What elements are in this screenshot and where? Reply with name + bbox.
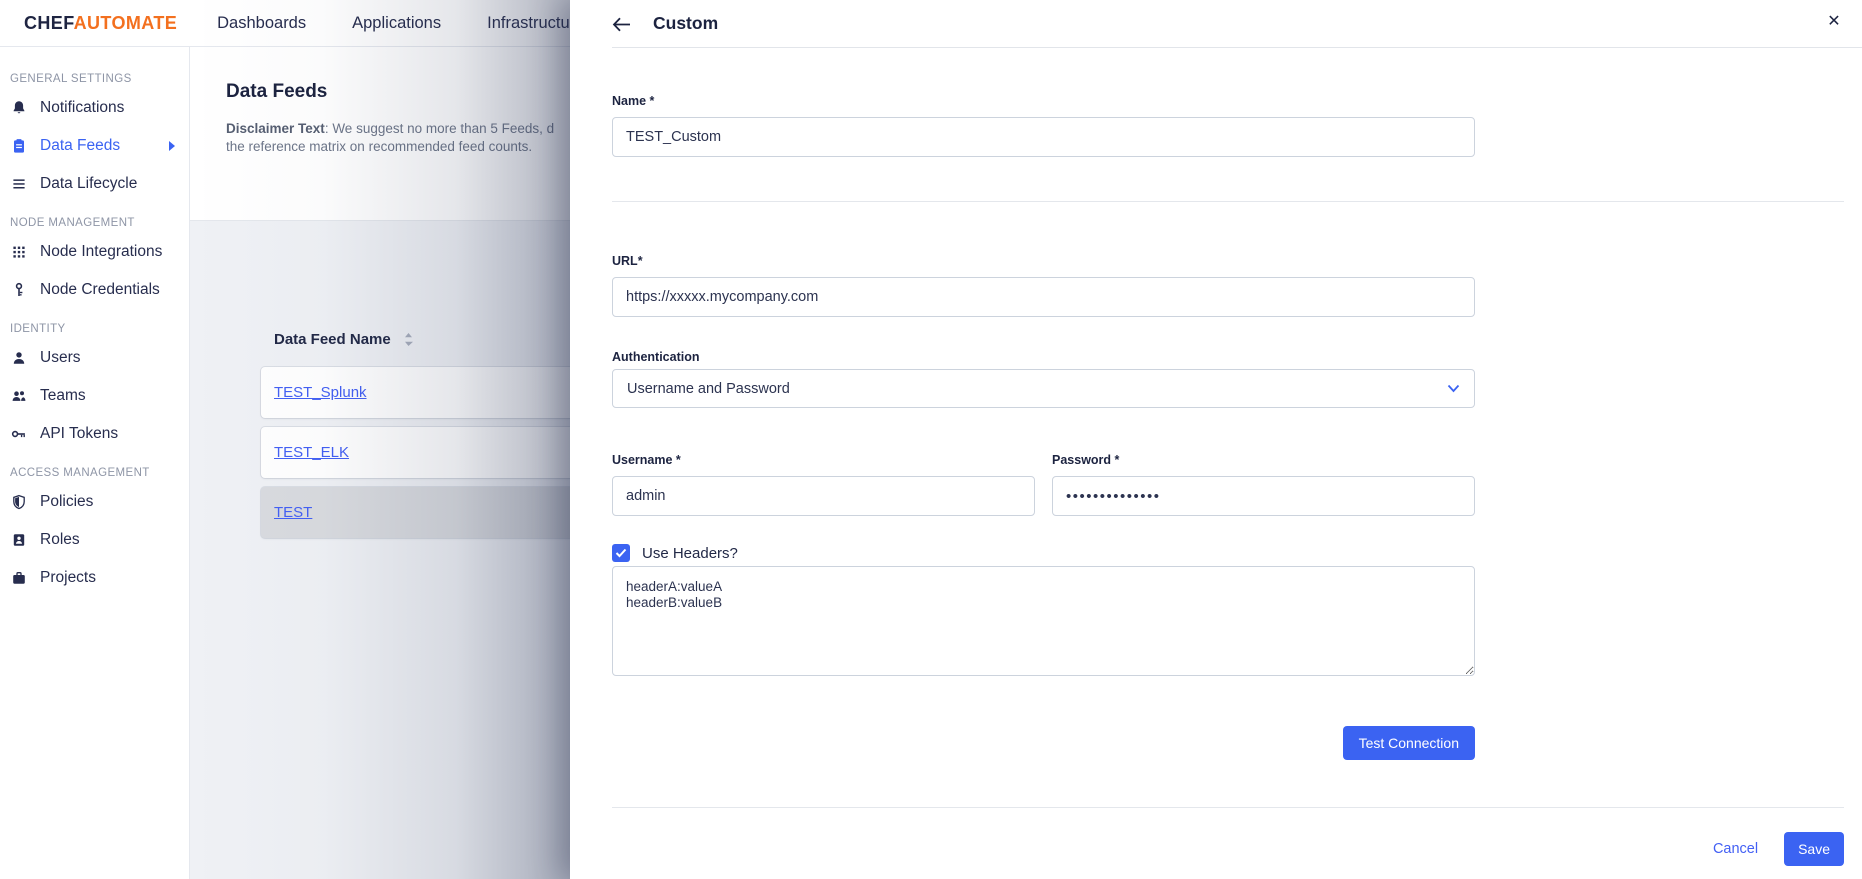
name-label: Name * [612, 94, 1475, 108]
panel-header: Custom [612, 0, 1862, 48]
sidebar-item-label: Node Credentials [40, 281, 160, 299]
column-header-data-feed-name[interactable]: Data Feed Name [274, 331, 391, 348]
footer-divider [612, 807, 1844, 808]
headers-textarea[interactable]: headerA:valueA headerB:valueB [612, 566, 1475, 676]
sidebar-item-label: Data Feeds [40, 137, 120, 155]
sidebar-item-teams[interactable]: Teams [0, 377, 189, 415]
username-label: Username * [612, 453, 1035, 467]
nav-item-applications[interactable]: Applications [352, 14, 441, 33]
sidebar-item-projects[interactable]: Projects [0, 559, 189, 597]
logo-automate: AUTOMATE [74, 13, 178, 33]
sidebar-item-label: Notifications [40, 99, 124, 117]
active-item-arrow-icon [169, 141, 175, 151]
bell-icon [10, 100, 27, 117]
custom-data-feed-panel: Custom ✕ Name * URL* Authentication User… [570, 0, 1862, 879]
sidebar-item-label: Policies [40, 493, 93, 511]
panel-body: Name * URL* Authentication Username and … [570, 94, 1862, 866]
test-connection-row: Test Connection [612, 726, 1475, 760]
list-icon [10, 176, 27, 193]
sidebar-item-roles[interactable]: Roles [0, 521, 189, 559]
use-headers-label: Use Headers? [642, 545, 738, 562]
sidebar-item-label: Projects [40, 569, 96, 587]
url-field-group: URL* [612, 254, 1475, 317]
badge-icon [10, 532, 27, 549]
password-input[interactable] [1052, 476, 1475, 516]
url-label: URL* [612, 254, 1475, 268]
sidebar-item-label: Teams [40, 387, 86, 405]
sidebar-item-label: Data Lifecycle [40, 175, 137, 193]
sidebar-item-node-integrations[interactable]: Node Integrations [0, 233, 189, 271]
settings-sidebar: GENERAL SETTINGS Notifications Data Feed… [0, 47, 190, 879]
name-field-group: Name * [612, 94, 1475, 157]
password-label: Password * [1052, 453, 1475, 467]
sidebar-item-policies[interactable]: Policies [0, 483, 189, 521]
sidebar-section-general-settings: GENERAL SETTINGS [0, 59, 189, 89]
feed-link-test[interactable]: TEST [274, 504, 312, 521]
password-field-group: Password * [1052, 453, 1475, 516]
users-icon [10, 388, 27, 405]
chef-automate-logo[interactable]: CHEFAUTOMATE [24, 13, 177, 34]
username-input[interactable] [612, 476, 1035, 516]
chevron-down-icon [1447, 380, 1460, 398]
panel-title: Custom [653, 13, 718, 34]
feed-link-test-splunk[interactable]: TEST_Splunk [274, 384, 367, 401]
cancel-button[interactable]: Cancel [1713, 841, 1758, 857]
close-icon[interactable]: ✕ [1822, 10, 1846, 34]
sidebar-item-data-feeds[interactable]: Data Feeds [0, 127, 189, 165]
authentication-select[interactable]: Username and Password [612, 369, 1475, 408]
section-divider [612, 201, 1844, 202]
url-input[interactable] [612, 277, 1475, 317]
token-key-icon [10, 426, 27, 443]
sort-icon[interactable] [404, 332, 413, 347]
sidebar-item-label: API Tokens [40, 425, 118, 443]
app-window: CHEFAUTOMATE Dashboards Applications Inf… [0, 0, 1862, 879]
test-connection-button[interactable]: Test Connection [1343, 726, 1475, 760]
sidebar-item-notifications[interactable]: Notifications [0, 89, 189, 127]
use-headers-row: Use Headers? [612, 544, 1844, 562]
credentials-row: Username * Password * [612, 453, 1475, 516]
sidebar-section-identity: IDENTITY [0, 309, 189, 339]
sidebar-section-node-management: NODE MANAGEMENT [0, 203, 189, 233]
nav-links: Dashboards Applications Infrastructure [217, 14, 584, 33]
authentication-label: Authentication [612, 350, 1475, 364]
sidebar-item-data-lifecycle[interactable]: Data Lifecycle [0, 165, 189, 203]
sidebar-item-label: Roles [40, 531, 80, 549]
logo-chef: CHEF [24, 13, 74, 33]
sidebar-item-api-tokens[interactable]: API Tokens [0, 415, 189, 453]
briefcase-icon [10, 570, 27, 587]
authentication-field-group: Authentication Username and Password [612, 350, 1475, 408]
nav-item-dashboards[interactable]: Dashboards [217, 14, 306, 33]
name-input[interactable] [612, 117, 1475, 157]
user-icon [10, 350, 27, 367]
key-icon [10, 282, 27, 299]
feed-link-test-elk[interactable]: TEST_ELK [274, 444, 349, 461]
clipboard-icon [10, 138, 27, 155]
back-arrow-icon[interactable] [612, 17, 631, 32]
save-button[interactable]: Save [1784, 832, 1844, 866]
sidebar-item-node-credentials[interactable]: Node Credentials [0, 271, 189, 309]
sidebar-section-access-management: ACCESS MANAGEMENT [0, 453, 189, 483]
use-headers-checkbox[interactable] [612, 544, 630, 562]
sidebar-item-label: Users [40, 349, 80, 367]
username-field-group: Username * [612, 453, 1035, 516]
sidebar-item-label: Node Integrations [40, 243, 162, 261]
sidebar-item-users[interactable]: Users [0, 339, 189, 377]
authentication-selected-value: Username and Password [627, 381, 1447, 397]
shield-icon [10, 494, 27, 511]
panel-footer: Cancel Save [612, 832, 1844, 866]
grid-dots-icon [10, 244, 27, 261]
